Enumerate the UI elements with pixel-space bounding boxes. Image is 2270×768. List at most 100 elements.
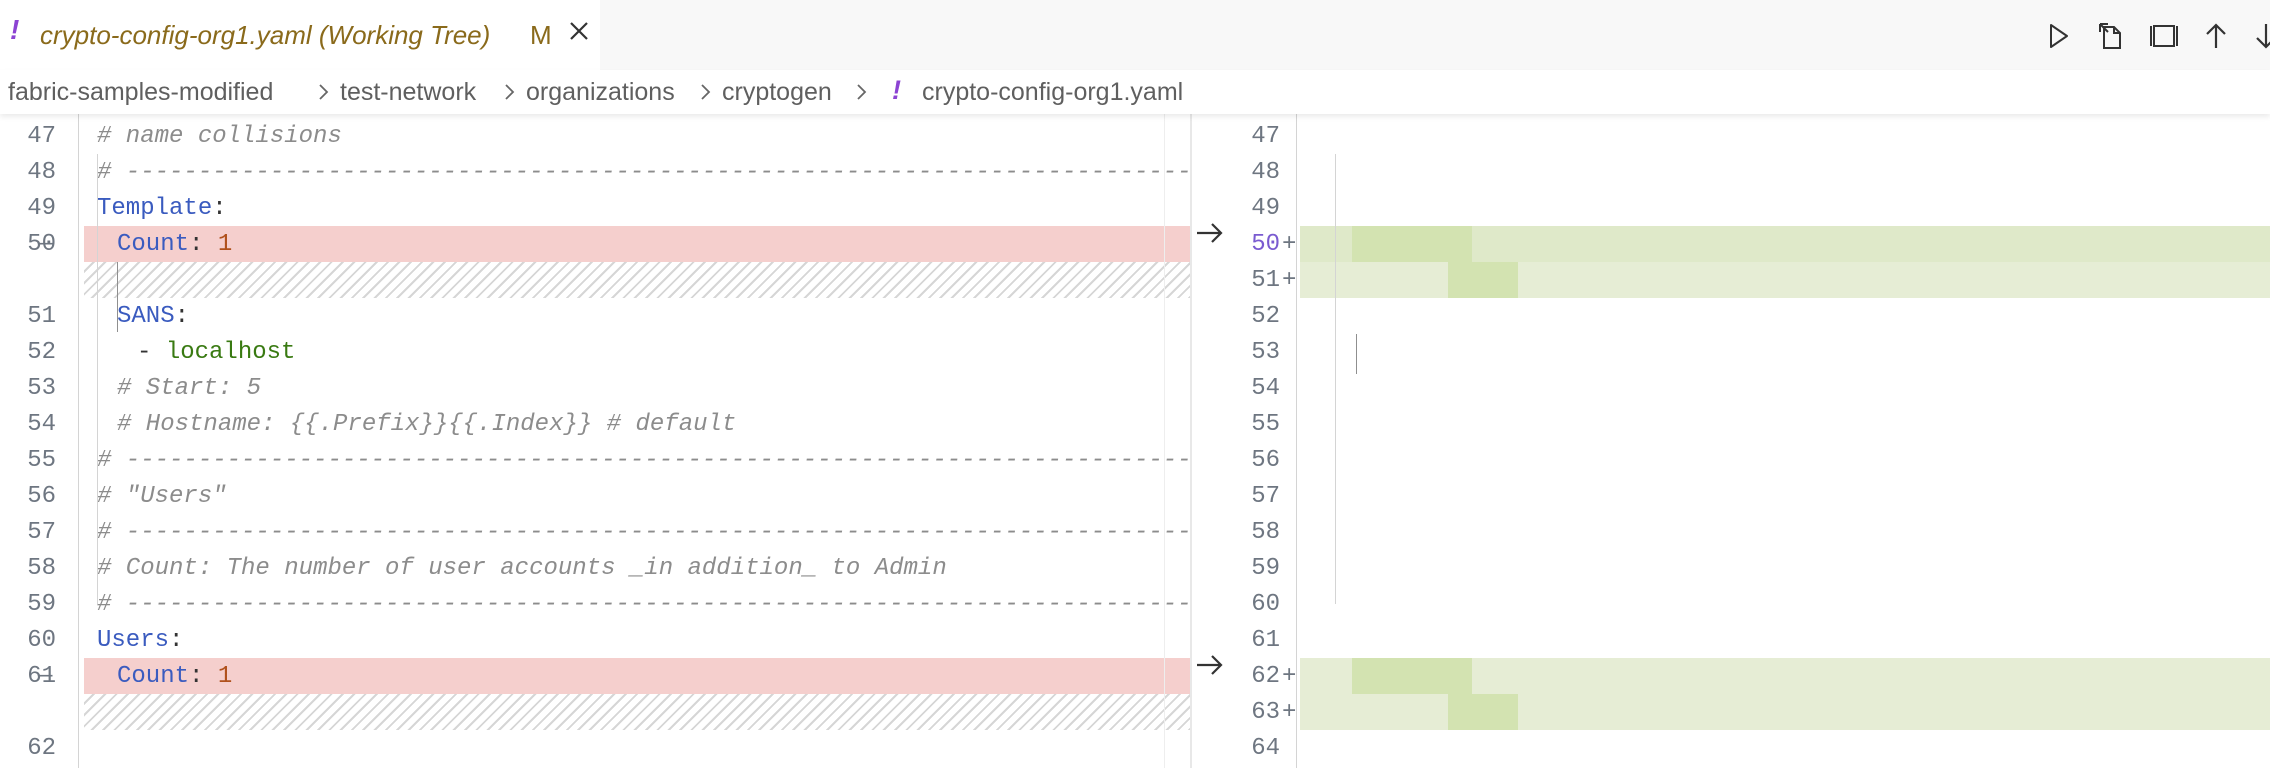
yaml-punctuation: : bbox=[174, 303, 190, 330]
code-line[interactable]: 49Template: bbox=[1192, 190, 2270, 226]
modified-editor-pane[interactable]: 47# name collisions48# -----------------… bbox=[1192, 114, 2270, 768]
breadcrumb-item-fabric-samples-modified[interactable]: fabric-samples-modified bbox=[8, 78, 273, 107]
code-line[interactable]: 63+Count: 2 # dayuan bbox=[1192, 694, 2270, 730]
code-text: # Count: The number of user accounts _in… bbox=[97, 555, 947, 582]
breadcrumb-item-test-network[interactable]: test-network bbox=[340, 78, 476, 107]
code-line[interactable]: 60 Users: bbox=[0, 622, 1190, 658]
editor-tab-active[interactable]: ! crypto-config-org1.yaml (Working Tree)… bbox=[0, 0, 600, 70]
line-number: 52 bbox=[1251, 303, 1280, 330]
code-line[interactable]: 48# ------------------------------------… bbox=[1192, 154, 2270, 190]
line-number: 64 bbox=[1251, 735, 1280, 762]
code-line[interactable]: 52SANS: bbox=[1192, 298, 2270, 334]
code-text: # --------------------------------------… bbox=[97, 519, 1190, 546]
breadcrumb-item-file[interactable]: crypto-config-org1.yaml bbox=[922, 78, 1183, 107]
indent-guide bbox=[78, 114, 79, 768]
line-number: 56 bbox=[27, 483, 56, 510]
code-line[interactable]: 53 # Start: 5 bbox=[0, 370, 1190, 406]
previous-change-icon[interactable] bbox=[2198, 18, 2234, 54]
deleted-line-highlight bbox=[84, 226, 1190, 262]
diff-marker: + bbox=[1282, 231, 1297, 258]
code-line[interactable]: 61Users: bbox=[1192, 622, 2270, 658]
code-line[interactable]: 58# ------------------------------------… bbox=[1192, 514, 2270, 550]
chevron-right-icon bbox=[319, 84, 329, 100]
indent-guide bbox=[1335, 154, 1336, 604]
code-text: # Hostname: {{.Prefix}}{{.Index}} # defa… bbox=[117, 411, 736, 438]
code-line[interactable]: 56 # "Users" bbox=[0, 478, 1190, 514]
comment-text: # Count: The number of user accounts _in… bbox=[97, 555, 947, 582]
original-editor-pane[interactable]: 47 # name collisions 48 # -----------------… bbox=[0, 114, 1190, 768]
code-line[interactable]: 57# "Users" bbox=[1192, 478, 2270, 514]
line-number: 47 bbox=[1251, 123, 1280, 150]
code-line[interactable]: 51+Count: 3 # dayuan bbox=[1192, 262, 2270, 298]
breadcrumb-item-cryptogen[interactable]: cryptogen bbox=[722, 78, 832, 107]
code-text: Count: 1 bbox=[117, 663, 232, 690]
code-line[interactable]: 54 # Hostname: {{.Prefix}}{{.Index}} # de… bbox=[0, 406, 1190, 442]
code-line[interactable]: 52 - localhost bbox=[0, 334, 1190, 370]
diff-marker: — bbox=[38, 231, 53, 258]
code-line[interactable]: 53- localhost bbox=[1192, 334, 2270, 370]
yaml-key: Count bbox=[117, 231, 190, 258]
line-number: 51 bbox=[27, 303, 56, 330]
code-line[interactable]: 50— Count: 1 bbox=[0, 226, 1190, 262]
code-line[interactable]: 48# ------------------------------------… bbox=[0, 154, 1190, 190]
comment-text: # name collisions bbox=[97, 123, 342, 150]
close-icon[interactable] bbox=[566, 18, 592, 44]
code-line[interactable]: 59# Count: The number of user accounts _… bbox=[1192, 550, 2270, 586]
line-number: 51 bbox=[1251, 267, 1280, 294]
code-line[interactable]: 54# Start: 5 bbox=[1192, 370, 2270, 406]
indent-guide bbox=[1356, 334, 1357, 374]
indent-guide bbox=[1296, 114, 1297, 768]
code-line[interactable]: 59 # ------------------------------------… bbox=[0, 586, 1190, 622]
next-change-icon[interactable] bbox=[2248, 18, 2270, 54]
code-line[interactable]: 57 # ------------------------------------… bbox=[0, 514, 1190, 550]
run-icon[interactable] bbox=[2040, 18, 2076, 54]
overview-ruler bbox=[1164, 114, 1165, 768]
code-line[interactable]: 51 SANS: bbox=[0, 298, 1190, 334]
diff-marker: + bbox=[1282, 663, 1297, 690]
line-number: 60 bbox=[27, 627, 56, 654]
code-line[interactable]: 61— Count: 1 bbox=[0, 658, 1190, 694]
code-line[interactable]: 60# ------------------------------------… bbox=[1192, 586, 2270, 622]
code-line[interactable]: 49 Template: bbox=[0, 190, 1190, 226]
code-text: Template: bbox=[97, 195, 227, 222]
line-number: 49 bbox=[27, 195, 56, 222]
line-number: 57 bbox=[27, 519, 56, 546]
code-line[interactable]: 56# ------------------------------------… bbox=[1192, 442, 2270, 478]
yaml-file-icon: ! bbox=[892, 75, 901, 105]
comment-text: # "Users" bbox=[97, 483, 227, 510]
yaml-string: localhost bbox=[165, 339, 296, 366]
line-number: 60 bbox=[1251, 591, 1280, 618]
editor-tab-bar: ! crypto-config-org1.yaml (Working Tree)… bbox=[0, 0, 2270, 70]
code-line[interactable]: 55 # ------------------------------------… bbox=[0, 442, 1190, 478]
toggle-inline-icon[interactable] bbox=[2146, 18, 2182, 54]
line-number: 55 bbox=[1251, 411, 1280, 438]
comment-text: # Start: 5 bbox=[117, 375, 262, 402]
line-number: 48 bbox=[1251, 159, 1280, 186]
code-line[interactable]: 55# Hostname: {{.Prefix}}{{.Index}} # de… bbox=[1192, 406, 2270, 442]
breadcrumb-item-organizations[interactable]: organizations bbox=[526, 78, 675, 107]
code-line[interactable]: 64 bbox=[1192, 730, 2270, 766]
revert-change-arrow-icon[interactable] bbox=[1192, 648, 1226, 682]
yaml-key: Count bbox=[117, 663, 190, 690]
code-line[interactable]: 50+# Count: 1 # original bbox=[1192, 226, 2270, 262]
yaml-number: 1 bbox=[217, 231, 233, 258]
open-file-icon[interactable] bbox=[2094, 18, 2130, 54]
code-line[interactable]: 62 bbox=[0, 730, 1190, 766]
code-line[interactable]: 47 # name collisions bbox=[0, 118, 1190, 154]
yaml-file-icon: ! bbox=[10, 14, 20, 45]
comment-text: # --------------------------------------… bbox=[97, 159, 1190, 186]
code-text: # name collisions bbox=[97, 123, 342, 150]
line-number: 52 bbox=[27, 339, 56, 366]
line-number: 58 bbox=[1251, 519, 1280, 546]
code-text: # "Users" bbox=[97, 483, 227, 510]
revert-change-arrow-icon[interactable] bbox=[1192, 216, 1226, 250]
code-line[interactable]: 47# name collisions bbox=[1192, 118, 2270, 154]
added-line-highlight bbox=[1300, 694, 2270, 730]
code-text: SANS: bbox=[117, 303, 189, 330]
comment-text: # --------------------------------------… bbox=[97, 447, 1190, 474]
line-number: 47 bbox=[27, 123, 56, 150]
code-line[interactable]: 58 # Count: The number of user accounts _… bbox=[0, 550, 1190, 586]
code-line[interactable]: 62+# Count: 1 # original bbox=[1192, 658, 2270, 694]
yaml-punctuation: : bbox=[169, 627, 184, 654]
line-number: 57 bbox=[1251, 483, 1280, 510]
